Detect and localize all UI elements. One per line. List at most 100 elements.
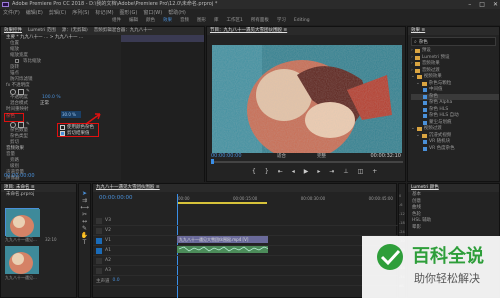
noise-effect-label[interactable]: 杂色 xyxy=(4,113,24,122)
effect-icon xyxy=(423,114,427,119)
video-frame-image xyxy=(212,45,402,153)
track-label: A3 xyxy=(105,268,111,273)
clip-result-checkbox[interactable] xyxy=(60,130,65,136)
timeline-tabs: 九九八十一遇见大雪团伙围殴 ≡ xyxy=(93,184,396,192)
ruler-tick: 00:00 xyxy=(178,196,190,201)
menu-file[interactable]: 文件(F) xyxy=(3,9,20,17)
clip-thumbnail-1[interactable] xyxy=(5,208,40,237)
export-frame-icon[interactable]: ◫ xyxy=(358,168,364,175)
go-to-in-icon[interactable]: ⇤ xyxy=(278,168,283,175)
effect-icon xyxy=(423,140,427,145)
quality-dropdown[interactable]: 完整 xyxy=(317,153,326,159)
play-icon[interactable]: ▶ xyxy=(304,168,309,175)
tab-effect-controls[interactable]: 效果控件 xyxy=(4,27,22,35)
tab-audio-clip-mixer[interactable]: 音频剪辑混合器：九九八十一 xyxy=(94,27,153,35)
tab-lumetri-scopes[interactable]: Lumetri 范围 xyxy=(28,27,56,35)
go-to-out-icon[interactable]: ⇥ xyxy=(329,168,334,175)
uniform-scale-checkbox[interactable] xyxy=(15,59,19,63)
workspace-tab-assembly[interactable]: 组件 xyxy=(112,17,121,25)
close-icon[interactable]: ✕ xyxy=(493,0,498,9)
workspace-tab-all-panels[interactable]: 所有面板 xyxy=(251,17,269,25)
type-tool-icon[interactable]: T xyxy=(79,239,90,246)
workspace-tab-audio[interactable]: 音频 xyxy=(180,17,189,25)
menu-sequence[interactable]: 序列(S) xyxy=(72,9,89,17)
program-monitor-tabs: 节目：九九八十一遇见大雪团伙围殴 ≡ xyxy=(207,27,405,35)
track-toggle[interactable] xyxy=(96,267,102,274)
program-scrub-bar[interactable] xyxy=(211,161,403,163)
effects-search-input[interactable]: 杂色 xyxy=(419,39,428,45)
noise-amount-value[interactable]: 30.0 % xyxy=(61,111,81,118)
watermark-overlay: 百科全说 助你轻松解决 xyxy=(362,236,500,298)
workspace-tab-learn[interactable]: 学习 xyxy=(277,17,286,25)
workspace-tab-effects[interactable]: 效果 xyxy=(163,17,172,25)
effect-controls-timecode[interactable]: 00:00:00:00 xyxy=(4,173,35,179)
audio-clip[interactable] xyxy=(177,246,268,253)
step-forward-icon[interactable]: ▸ xyxy=(317,168,320,175)
menu-window[interactable]: 窗口(W) xyxy=(143,9,162,17)
slip-tool-icon[interactable]: ↔ xyxy=(79,218,90,225)
effects-tree: › 预设 › Lumetri 预设 › 音频效果 › 音频过渡 ⌄ 视频效果 ⌄ 杂色与颗粒… xyxy=(408,48,499,152)
menu-clip[interactable]: 剪辑(C) xyxy=(49,9,66,17)
tab-sequence[interactable]: 九九八十一遇见大雪团伙围殴 ≡ xyxy=(96,184,160,192)
meter-label: -6 xyxy=(399,203,403,207)
tab-lumetri-color[interactable]: Lumetri 颜色 xyxy=(411,184,439,192)
minimize-icon[interactable]: – xyxy=(468,0,471,9)
track-select-tool-icon[interactable]: ⇉ xyxy=(79,197,90,204)
watermark-logo-icon xyxy=(372,242,408,272)
tab-source[interactable]: 源：(无剪辑) xyxy=(62,27,88,35)
workspace-tab-graphics[interactable]: 图形 xyxy=(197,17,206,25)
keyframe-area[interactable] xyxy=(121,35,204,182)
program-playhead[interactable] xyxy=(211,159,214,164)
workspace-tab-editing-en[interactable]: Editing xyxy=(294,17,310,25)
tab-effects[interactable]: 效果 ≡ xyxy=(411,27,425,35)
maximize-icon[interactable]: □ xyxy=(479,0,485,9)
blend-mode-select[interactable]: 正常 xyxy=(40,101,49,107)
master-value[interactable]: 0.0 xyxy=(113,278,120,283)
menubar: 文件(F) 编辑(E) 剪辑(C) 序列(S) 标记(M) 图形(G) 窗口(W… xyxy=(0,9,500,17)
menu-graphics[interactable]: 图形(G) xyxy=(120,9,138,17)
ripple-edit-tool-icon[interactable]: ⟷ xyxy=(79,204,90,211)
track-target-toggle[interactable] xyxy=(96,237,102,244)
tab-project[interactable]: 项目: 未命名 ≡ xyxy=(4,184,35,192)
video-clip[interactable]: 九九八十一遇见大雪团伙围殴.mp4 [V] xyxy=(177,236,268,243)
mark-in-icon[interactable]: { xyxy=(252,168,256,175)
track-label: V1 xyxy=(105,238,111,243)
folder-icon xyxy=(414,49,420,54)
meter-label: -18 xyxy=(399,221,405,225)
menu-help[interactable]: 帮助(H) xyxy=(168,9,186,17)
tree-item-vr-chroma-noise[interactable]: VR 色度杂色 xyxy=(411,146,499,153)
lumetri-vignette[interactable]: 晕影 xyxy=(412,225,499,232)
timeline-timecode[interactable]: 00:00:00:00 xyxy=(99,195,133,201)
program-timecode-left[interactable]: 00:00:00:00 xyxy=(211,153,242,159)
lift-icon[interactable]: ⊥ xyxy=(343,168,348,175)
use-color-noise-checkbox[interactable] xyxy=(60,124,65,130)
lumetri-sections: 基本 创意 曲线 色轮 HSL 辅助 晕影 xyxy=(408,192,499,231)
folder-icon xyxy=(421,133,427,138)
track-toggle[interactable] xyxy=(96,257,102,264)
work-area-bar[interactable] xyxy=(177,202,267,204)
hand-tool-icon[interactable]: ✋ xyxy=(79,232,90,239)
track-toggle[interactable] xyxy=(96,217,102,224)
step-back-icon[interactable]: ◂ xyxy=(292,168,295,175)
workspace-tab-workspace1[interactable]: 工作区1 xyxy=(227,17,243,25)
track-target-toggle[interactable] xyxy=(96,247,102,254)
workspace-tab-editing[interactable]: 编辑 xyxy=(129,17,138,25)
clip-thumbnail-2[interactable] xyxy=(5,246,39,274)
menu-edit[interactable]: 编辑(E) xyxy=(26,9,43,17)
timeline-ruler[interactable]: 00:00 00:00:15:00 00:00:30:00 00:00:45:0… xyxy=(178,196,393,201)
workspace-tab-color[interactable]: 颜色 xyxy=(146,17,155,25)
clip-result-option[interactable]: 剪切结果值 xyxy=(58,130,98,136)
effects-search-box[interactable]: ⌕ 杂色 xyxy=(411,37,496,46)
track-toggle[interactable] xyxy=(96,227,102,234)
tab-program-monitor[interactable]: 节目：九九八十一遇见大雪团伙围殴 ≡ xyxy=(210,27,287,35)
workspace-tab-libraries[interactable]: 库 xyxy=(214,17,219,25)
selection-tool-icon[interactable]: ➤ xyxy=(79,190,90,197)
mark-out-icon[interactable]: } xyxy=(265,168,269,175)
add-button-icon[interactable]: + xyxy=(372,168,377,175)
razor-tool-icon[interactable]: ✂ xyxy=(79,211,90,218)
pen-tool-icon[interactable]: ✎ xyxy=(79,225,90,232)
folder-icon xyxy=(416,127,422,132)
effect-controls-panel: 效果控件 Lumetri 范围 源：(无剪辑) 音频剪辑混合器：九九八十一 主要… xyxy=(0,26,205,182)
fit-dropdown[interactable]: 适合 xyxy=(277,153,286,159)
menu-marker[interactable]: 标记(M) xyxy=(95,9,113,17)
